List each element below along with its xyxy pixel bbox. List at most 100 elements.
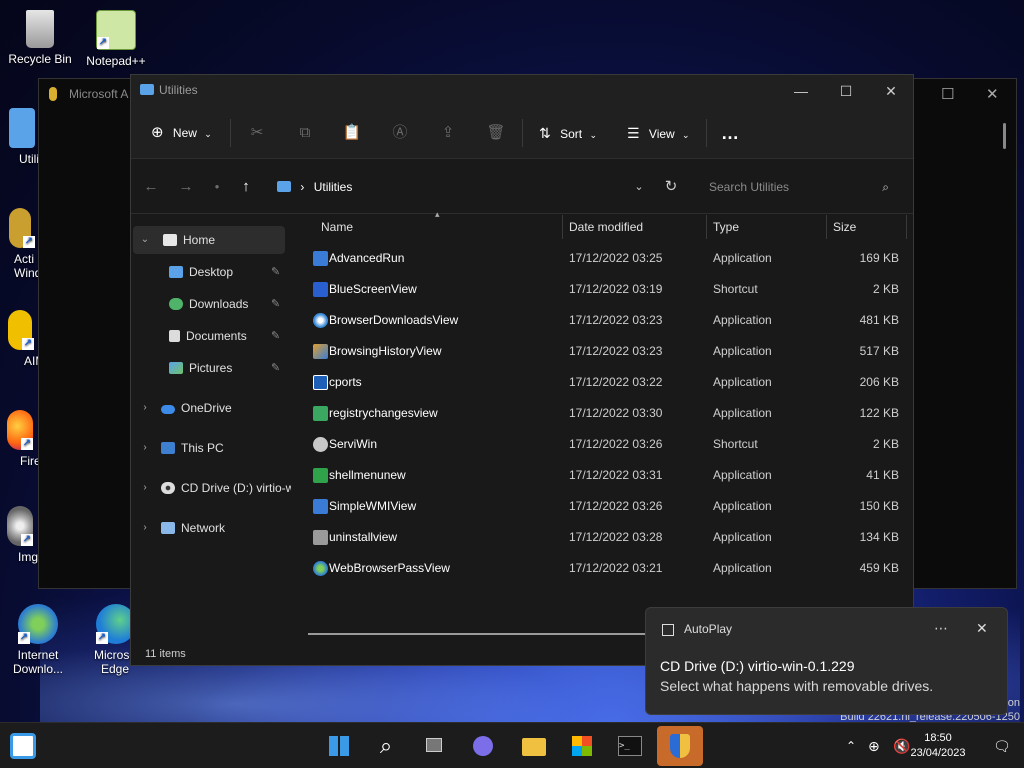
- column-header-size[interactable]: Size: [833, 215, 856, 239]
- close-icon[interactable]: ✕: [986, 85, 999, 103]
- title-bar[interactable]: Utilities — ☐ ✕: [131, 75, 913, 107]
- search-input[interactable]: Search Utilities ⌕: [699, 172, 899, 202]
- start-button[interactable]: [323, 730, 355, 762]
- table-row[interactable]: ServiWin 17/12/2022 03:26 Shortcut 2 KB: [307, 429, 913, 460]
- desktop-icon-activate-windows[interactable]: ↗ Acti Wind: [0, 208, 41, 280]
- nav-item-pictures[interactable]: Pictures ✎: [169, 354, 289, 382]
- table-row[interactable]: SimpleWMIView 17/12/2022 03:26 Applicati…: [307, 491, 913, 522]
- more-options-icon[interactable]: ⋯: [934, 620, 948, 637]
- nav-item-desktop[interactable]: Desktop ✎: [169, 258, 289, 286]
- widgets-icon[interactable]: [10, 733, 36, 759]
- system-clock[interactable]: 18:50 23/04/2023: [908, 731, 968, 761]
- minimize-button[interactable]: —: [781, 79, 821, 103]
- chevron-right-icon: ›: [143, 442, 147, 453]
- task-view-icon[interactable]: [420, 730, 452, 762]
- internet-download-manager-icon: ↗: [18, 604, 58, 644]
- terminal-icon[interactable]: >_: [614, 730, 646, 762]
- paste-icon[interactable]: 📋: [340, 121, 364, 145]
- task-view-shape: [426, 738, 442, 752]
- app-icon: [49, 87, 57, 101]
- file-size: 122 KB: [859, 406, 899, 420]
- forward-icon[interactable]: →: [176, 177, 196, 197]
- sort-ascending-icon: ▴: [435, 209, 440, 219]
- column-separator[interactable]: [826, 215, 827, 239]
- table-row[interactable]: cports 17/12/2022 03:22 Application 206 …: [307, 367, 913, 398]
- table-row[interactable]: BlueScreenView 17/12/2022 03:19 Shortcut…: [307, 274, 913, 305]
- desktop-icon-notepadpp[interactable]: ↗ Notepad++: [80, 10, 152, 68]
- table-row[interactable]: uninstallview 17/12/2022 03:28 Applicati…: [307, 522, 913, 553]
- table-row[interactable]: BrowsingHistoryView 17/12/2022 03:23 App…: [307, 336, 913, 367]
- nav-item-cd-drive[interactable]: › CD Drive (D:) virtio-w: [133, 474, 291, 502]
- maximize-icon[interactable]: ☐: [941, 85, 954, 103]
- column-separator[interactable]: [562, 215, 563, 239]
- table-row[interactable]: registrychangesview 17/12/2022 03:30 App…: [307, 398, 913, 429]
- taskbar: ⌕ >_ ⌃ ⊕ 🔇 18:50 23/04/2023 🗨: [0, 722, 1024, 768]
- recent-locations-icon[interactable]: ●: [207, 177, 227, 197]
- nav-item-downloads[interactable]: Downloads ✎: [169, 290, 289, 318]
- application-icon: [313, 375, 328, 390]
- nav-item-documents[interactable]: Documents ✎: [169, 322, 289, 350]
- new-button[interactable]: ⊕ New ⌄: [151, 121, 212, 145]
- delete-icon[interactable]: 🗑: [484, 121, 508, 145]
- view-button[interactable]: ☰ View ⌄: [627, 121, 690, 145]
- file-name: cports: [329, 375, 362, 389]
- up-icon[interactable]: ↑: [236, 177, 256, 197]
- table-row[interactable]: AdvancedRun 17/12/2022 03:25 Application…: [307, 243, 913, 274]
- table-row[interactable]: shellmenunew 17/12/2022 03:31 Applicatio…: [307, 460, 913, 491]
- pin-icon[interactable]: ✎: [271, 258, 280, 286]
- window-title: Microsoft A: [69, 87, 129, 101]
- table-row[interactable]: BrowserDownloadsView 17/12/2022 03:23 Ap…: [307, 305, 913, 336]
- back-icon[interactable]: ←: [141, 177, 161, 197]
- navigation-pane: ⌄ Home Desktop ✎ Downloads ✎ Documents ✎…: [131, 215, 291, 635]
- pin-icon[interactable]: ✎: [271, 322, 280, 350]
- show-hidden-icons-chevron-up-icon[interactable]: ⌃: [846, 723, 856, 768]
- nav-label: CD Drive (D:) virtio-w: [181, 481, 291, 495]
- close-button[interactable]: ✕: [871, 79, 911, 103]
- desktop-icon-imgburn[interactable]: ↗ ImgI: [0, 506, 41, 564]
- nav-item-network[interactable]: › Network: [133, 514, 285, 542]
- column-header-date[interactable]: Date modified: [569, 215, 643, 239]
- desktop-icon-firefox[interactable]: ↗ Fire: [0, 410, 41, 468]
- pin-icon[interactable]: ✎: [271, 290, 280, 318]
- cut-icon[interactable]: ✂: [245, 121, 269, 145]
- horizontal-scrollbar[interactable]: [308, 633, 648, 635]
- sort-button[interactable]: ⇅ Sort ⌄: [539, 121, 597, 145]
- more-options-button[interactable]: …: [721, 121, 739, 145]
- column-separator[interactable]: [906, 215, 907, 239]
- teams-chat-icon[interactable]: [467, 730, 499, 762]
- microsoft-store-icon[interactable]: [566, 730, 598, 762]
- nav-item-this-pc[interactable]: › This PC: [133, 434, 285, 462]
- address-path[interactable]: › Utilities: [277, 174, 677, 200]
- file-date: 17/12/2022 03:25: [569, 251, 663, 265]
- copy-icon[interactable]: ⧉: [293, 121, 317, 145]
- close-icon[interactable]: ✕: [976, 620, 988, 637]
- column-separator[interactable]: [706, 215, 707, 239]
- autoplay-notification[interactable]: AutoPlay ⋯ ✕ CD Drive (D:) virtio-win-0.…: [645, 607, 1008, 715]
- address-bar-row: ← → ● ↑ › Utilities ⌄ ↻ Search Utilities…: [131, 160, 913, 214]
- desktop-icon-idm[interactable]: ↗ Internet Downlo...: [2, 604, 74, 676]
- nav-item-home[interactable]: ⌄ Home: [133, 226, 285, 254]
- file-explorer-taskbar-icon[interactable]: [518, 730, 550, 762]
- shortcut-arrow-icon: ↗: [21, 438, 33, 450]
- pin-icon[interactable]: ✎: [271, 354, 280, 382]
- refresh-icon[interactable]: ↻: [661, 177, 681, 197]
- desktop-icon-recycle-bin[interactable]: Recycle Bin: [4, 10, 76, 66]
- column-header-type[interactable]: Type: [713, 215, 739, 239]
- command-bar: ⊕ New ⌄ ✂ ⧉ 📋 Ⓐ ⇪ 🗑 ⇅ Sort ⌄ ☰ View ⌄ …: [131, 107, 913, 159]
- active-app-shield-icon[interactable]: [657, 726, 703, 766]
- search-icon[interactable]: ⌕: [370, 730, 402, 762]
- nav-item-onedrive[interactable]: › OneDrive: [133, 394, 285, 422]
- table-row[interactable]: WebBrowserPassView 17/12/2022 03:21 Appl…: [307, 553, 913, 584]
- scrollbar[interactable]: [1003, 123, 1006, 149]
- rename-icon[interactable]: Ⓐ: [388, 121, 412, 145]
- file-explorer-window[interactable]: Utilities — ☐ ✕ ⊕ New ⌄ ✂ ⧉ 📋 Ⓐ ⇪ 🗑 ⇅ So…: [130, 74, 914, 666]
- maximize-button[interactable]: ☐: [826, 79, 866, 103]
- clock-date: 23/04/2023: [910, 747, 966, 759]
- address-dropdown-icon[interactable]: ⌄: [629, 177, 649, 197]
- share-icon[interactable]: ⇪: [436, 121, 460, 145]
- desktop-icon-aim[interactable]: ↗ AIM: [0, 310, 45, 368]
- network-globe-icon[interactable]: ⊕: [868, 723, 880, 768]
- notifications-icon[interactable]: 🗨: [993, 723, 1011, 768]
- desktop-icon-label: Internet Downlo...: [12, 648, 64, 676]
- column-header-name[interactable]: Name: [321, 215, 353, 239]
